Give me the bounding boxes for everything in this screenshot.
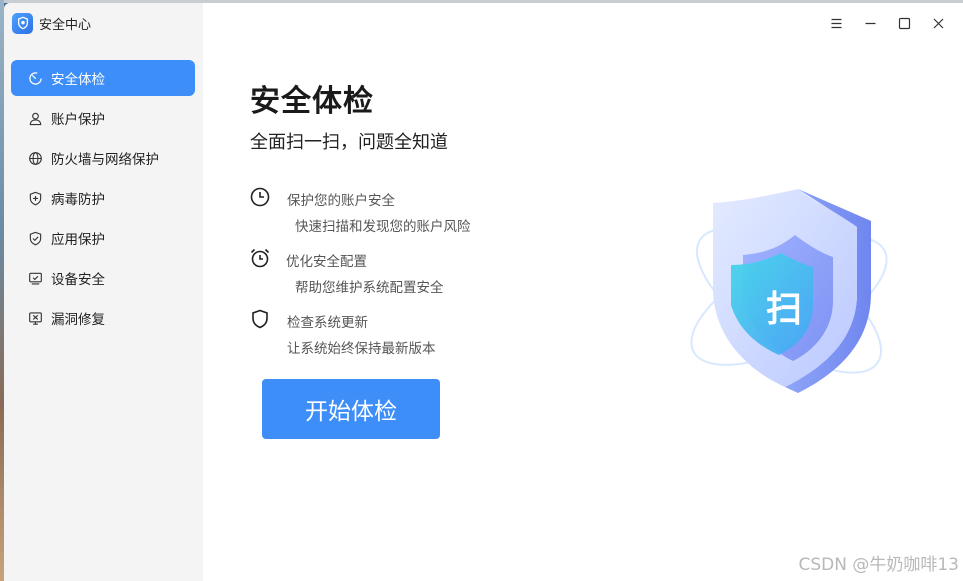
app-title: 安全中心 <box>39 17 92 33</box>
shield-check-icon <box>27 230 43 246</box>
close-button[interactable] <box>921 13 955 33</box>
sidebar-item-account-protection[interactable]: 账户保护 <box>11 100 195 136</box>
sidebar-nav: 安全体检 账户保护 防火墙与网络保护 病毒防护 应用保护 设备安全 漏洞修复 <box>11 60 195 340</box>
feature-heading: 优化安全配置 <box>286 254 367 270</box>
feature-description: 快速扫描和发现您的账户风险 <box>295 219 471 235</box>
start-check-button[interactable]: 开始体检 <box>262 379 440 439</box>
sidebar-item-label: 漏洞修复 <box>51 312 105 328</box>
sidebar-item-firewall[interactable]: 防火墙与网络保护 <box>11 140 195 176</box>
sidebar-item-label: 设备安全 <box>51 272 105 288</box>
sidebar: 安全中心 安全体检 账户保护 防火墙与网络保护 病毒防护 应用保护 设备安全 漏… <box>4 3 203 581</box>
scan-circle-icon <box>27 70 43 86</box>
page-title: 安全体检 <box>250 84 374 119</box>
sidebar-item-label: 应用保护 <box>51 232 105 248</box>
sidebar-item-label: 账户保护 <box>51 112 105 128</box>
app-window: 安全中心 安全体检 账户保护 防火墙与网络保护 病毒防护 应用保护 设备安全 漏… <box>4 3 963 581</box>
sidebar-item-label: 病毒防护 <box>51 192 105 208</box>
device-check-icon <box>27 270 43 286</box>
maximize-icon <box>898 17 910 29</box>
page-subtitle: 全面扫一扫，问题全知道 <box>250 132 448 153</box>
sidebar-item-device-security[interactable]: 设备安全 <box>11 260 195 296</box>
shield-outline-icon <box>249 308 271 330</box>
clock-icon <box>249 186 271 208</box>
minimize-button[interactable] <box>853 13 887 33</box>
sidebar-item-vulnerability-fix[interactable]: 漏洞修复 <box>11 300 195 336</box>
sidebar-item-virus-protection[interactable]: 病毒防护 <box>11 180 195 216</box>
feature-heading: 保护您的账户安全 <box>287 193 395 209</box>
hero-glyph: 扫 <box>766 289 802 330</box>
feature-heading: 检查系统更新 <box>287 315 368 331</box>
feature-description: 让系统始终保持最新版本 <box>287 341 436 357</box>
minimize-icon <box>865 22 875 24</box>
sidebar-item-app-protection[interactable]: 应用保护 <box>11 220 195 256</box>
app-logo-icon <box>12 12 33 34</box>
app-title-bar: 安全中心 <box>12 11 91 35</box>
close-icon <box>933 18 943 28</box>
globe-icon <box>27 150 43 166</box>
security-scan-shield-icon: 扫 <box>673 183 903 403</box>
shield-plus-icon <box>27 190 43 206</box>
feature-description: 帮助您维护系统配置安全 <box>295 280 444 296</box>
alarm-clock-icon <box>249 247 271 269</box>
menu-button[interactable] <box>819 13 853 33</box>
sidebar-item-security-check[interactable]: 安全体检 <box>11 60 195 96</box>
sidebar-item-label: 防火墙与网络保护 <box>51 152 159 168</box>
watermark: CSDN @牛奶咖啡13 <box>798 555 959 575</box>
user-icon <box>27 110 43 126</box>
maximize-button[interactable] <box>887 13 921 33</box>
window-controls <box>819 13 955 33</box>
monitor-bug-icon <box>27 310 43 326</box>
menu-icon <box>831 18 841 28</box>
sidebar-item-label: 安全体检 <box>51 72 105 88</box>
main-panel: 安全体检 全面扫一扫，问题全知道 保护您的账户安全 快速扫描和发现您的账户风险 … <box>203 3 963 581</box>
